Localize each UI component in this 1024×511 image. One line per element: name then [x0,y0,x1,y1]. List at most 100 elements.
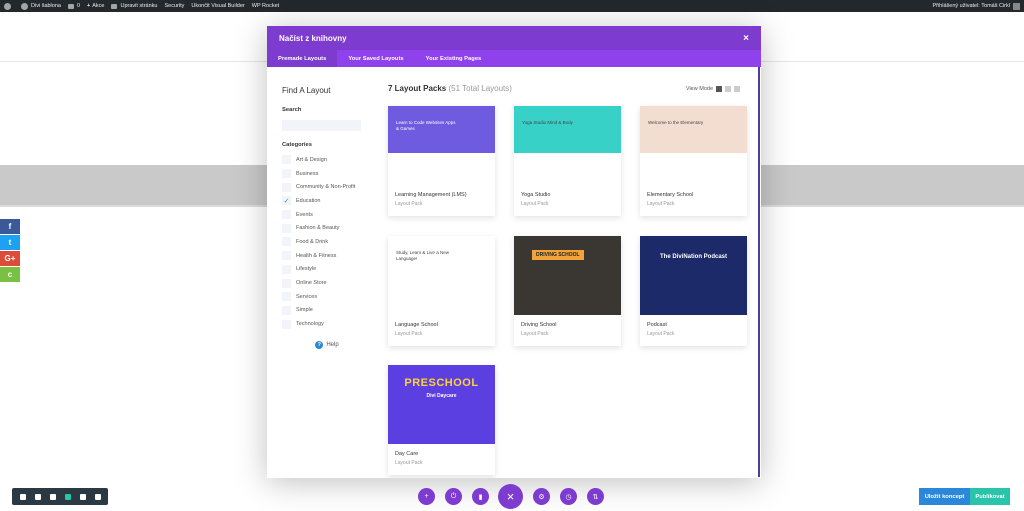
comment-icon [67,3,74,9]
search-label: Search [282,107,302,113]
category-item[interactable]: Simple [282,304,372,318]
add-button[interactable]: + [418,488,435,505]
close-icon: × [506,489,515,504]
zoom-icon[interactable] [49,493,56,500]
filter-sidebar: Find A Layout Search Categories Art & De… [282,86,372,349]
plus-icon: + [87,3,91,9]
category-label: Fashion & Beauty [296,225,340,232]
google-plus-share-button[interactable]: G+ [0,251,20,266]
portability-button[interactable]: ⏻ [445,488,462,505]
twitter-share-button[interactable]: t [0,235,20,250]
admin-bar-wp-rocket[interactable]: WP Rocket [252,3,279,9]
category-item[interactable]: Business [282,167,372,181]
avatar [1013,2,1020,10]
history-button[interactable]: ◷ [560,488,577,505]
category-item[interactable]: Food & Drink [282,235,372,249]
category-label: Food & Drink [296,238,329,245]
layout-pack-card[interactable]: Welcome to the Elementary Elementary Scho… [640,106,747,216]
grid-view-icon[interactable] [716,86,722,92]
admin-bar-edit-page[interactable]: Upravit stránku [111,3,157,9]
category-item[interactable]: Lifestyle [282,263,372,277]
admin-bar-new[interactable]: + Akce [87,3,104,9]
category-checkbox[interactable] [282,264,291,274]
tab-existing-pages[interactable]: Your Existing Pages [415,50,493,67]
modal-header: Načíst z knihovny × [267,26,761,50]
category-item[interactable]: Technology [282,317,372,331]
layout-pack-card[interactable]: Yoga Studio Mind & Body Yoga Studio Layout… [514,106,621,216]
tile-view-icon[interactable] [725,86,731,92]
tablet-icon[interactable] [79,493,86,500]
library-tabs: Premade Layouts Your Saved Layouts Your … [267,50,761,67]
category-item[interactable]: Fashion & Beauty [282,221,372,235]
category-checkbox[interactable] [282,251,291,261]
category-item[interactable]: Services [282,290,372,304]
category-item[interactable]: Art & Design [282,153,372,167]
page-settings-button[interactable]: ⚙ [533,488,550,505]
category-checkbox[interactable] [282,155,291,165]
home-icon [21,2,28,10]
category-checkbox[interactable] [282,319,291,329]
modal-title: Načíst z knihovny [279,33,347,43]
close-icon[interactable]: × [743,33,749,44]
layout-thumbnail: PRESCHOOL Divi Daycare [388,365,495,444]
category-item[interactable]: Community & Non-Profit [282,180,372,194]
help-button[interactable]: ? Help [282,340,372,349]
power-icon: ⏻ [450,492,457,500]
tab-saved-layouts[interactable]: Your Saved Layouts [337,50,414,67]
gear-icon: ⚙ [538,493,545,501]
clear-layout-button[interactable]: ▮ [472,488,489,505]
wireframe-icon[interactable] [34,493,41,500]
menu-icon[interactable] [19,493,26,500]
close-modal-button[interactable]: × [498,484,523,509]
category-label: Technology [296,321,324,328]
layout-pack-card[interactable]: DRIVING SCHOOL Driving School Layout Pack [514,236,621,346]
category-checkbox[interactable] [282,292,291,302]
tab-premade-layouts[interactable]: Premade Layouts [267,50,338,67]
search-input[interactable] [282,120,361,131]
category-label: Business [296,170,319,177]
scrollbar[interactable] [758,67,760,477]
list-view-icon[interactable] [734,86,740,92]
layout-pack-meta: Layout Pack [521,331,549,337]
admin-bar-comments[interactable]: 0 [67,3,80,9]
sort-button[interactable]: ⇅ [587,488,604,505]
admin-bar-user[interactable]: Přihlášený uživatel: Tomáš Cirkl [932,2,1020,10]
save-draft-button[interactable]: Uložit koncept [919,488,970,505]
category-checkbox[interactable] [282,278,291,288]
layout-pack-name: Language School [395,322,438,328]
publish-button[interactable]: Publikovat [970,488,1010,505]
category-item[interactable]: Health & Fitness [282,249,372,263]
category-checkbox[interactable] [282,169,291,179]
category-item[interactable]: ✓ Education [282,194,372,208]
layout-pack-card[interactable]: Study, Learn & Live a New Language! Langu… [388,236,495,346]
layout-pack-card[interactable]: The DiviNation Podcast Podcast Layout Pack [640,236,747,346]
builder-view-toolbar [12,488,108,505]
layout-pack-card[interactable]: Learn to Code Websites Apps & Games Learn… [388,106,495,216]
layout-thumbnail: Welcome to the Elementary [640,106,747,185]
category-checkbox[interactable] [282,305,291,315]
admin-bar-security[interactable]: Security [164,3,184,9]
desktop-icon[interactable] [64,493,71,500]
layout-pack-meta: Layout Pack [647,201,675,207]
category-item[interactable]: Online Store [282,276,372,290]
layout-pack-card[interactable]: PRESCHOOL Divi Daycare Day Care Layout Pack [388,365,495,475]
layout-pack-name: Elementary School [647,192,694,198]
layout-thumbnail: DRIVING SCHOOL [514,236,621,315]
admin-bar-exit-builder[interactable]: Ukončit Visual Builder [191,3,244,9]
phone-icon[interactable] [94,493,101,500]
category-checkbox[interactable] [282,223,291,233]
category-checkbox[interactable] [282,237,291,247]
category-item[interactable]: Events [282,208,372,222]
layout-thumbnail: Study, Learn & Live a New Language! [388,236,495,315]
category-checkbox[interactable] [282,210,291,220]
wordpress-logo-icon[interactable] [4,2,14,10]
trash-icon: ▮ [478,493,483,501]
admin-bar-site[interactable]: Divi šablona [21,2,61,10]
facebook-share-button[interactable]: f [0,219,20,234]
category-checkbox[interactable] [282,182,291,192]
comment-share-button[interactable]: c [0,267,20,282]
category-label: Events [296,211,313,218]
layout-thumbnail: The DiviNation Podcast [640,236,747,315]
thumbnail-text: Study, Learn & Live a New Language! [396,250,449,261]
category-checkbox[interactable]: ✓ [282,196,291,206]
